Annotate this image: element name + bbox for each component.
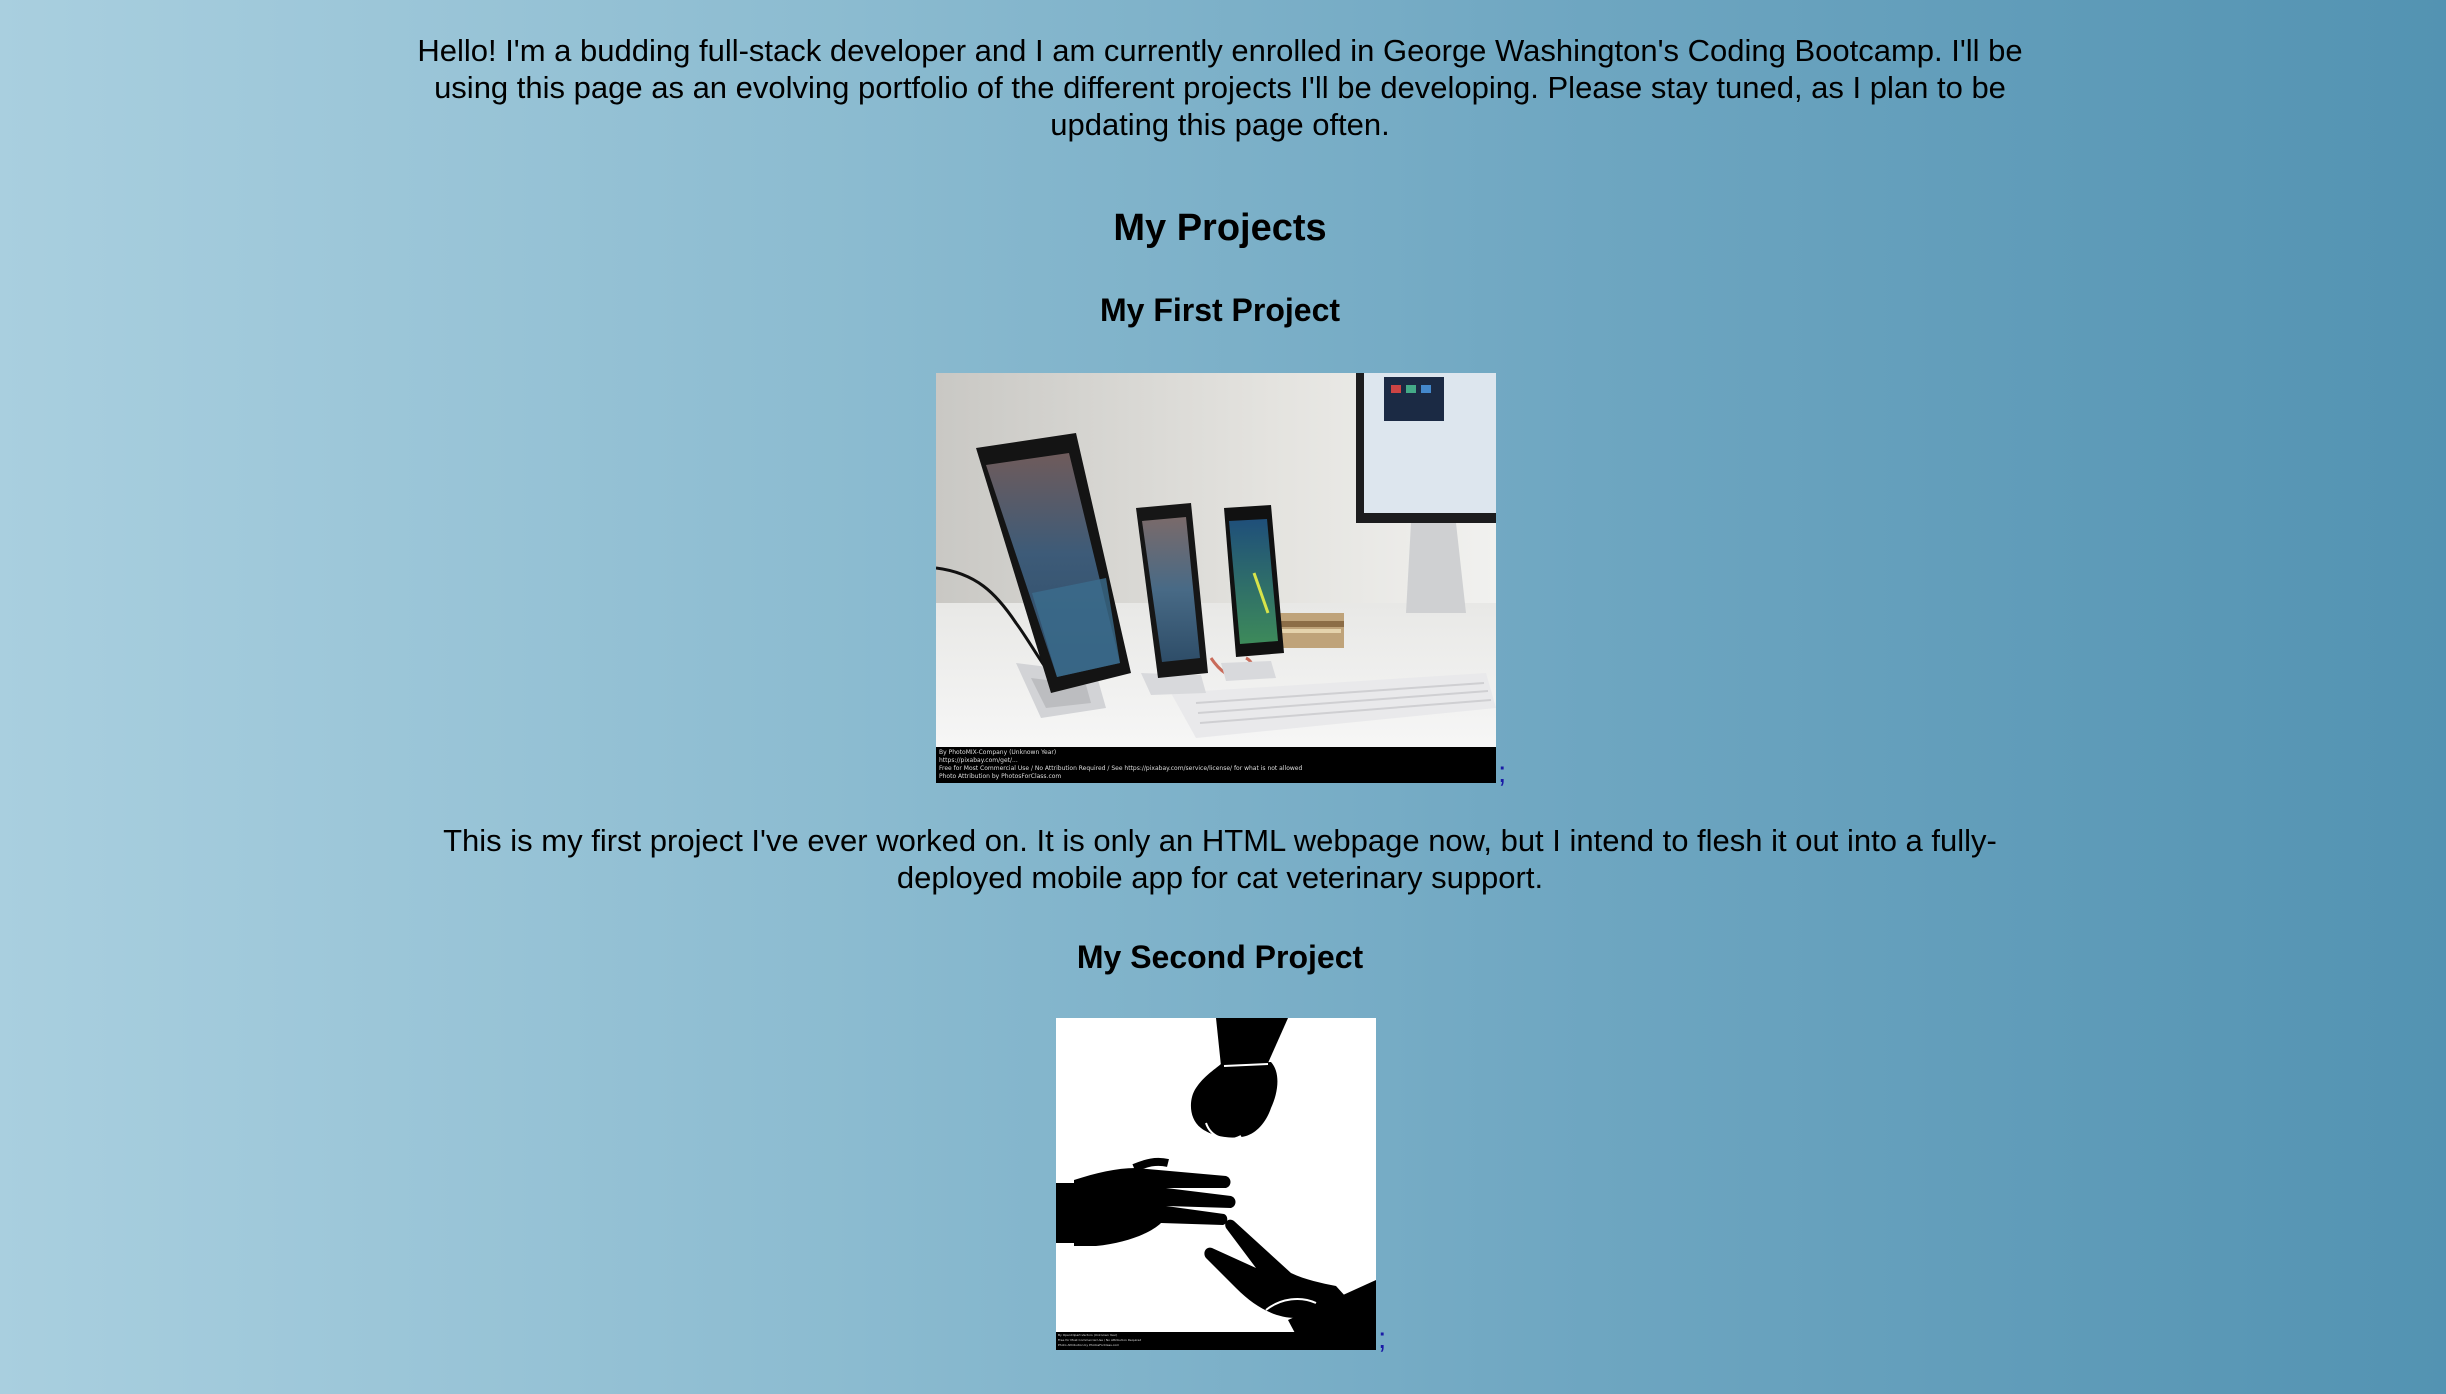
caption-line: Photo Attribution by PhotosForClass.com bbox=[939, 773, 1062, 780]
caption-line: https://pixabay.com/get/... bbox=[939, 757, 1018, 764]
first-project-description: This is my first project I've ever worke… bbox=[443, 823, 1997, 895]
first-image-trailing-link[interactable]: ; bbox=[1498, 758, 1506, 788]
second-image-trailing-link[interactable]: ; bbox=[1378, 1324, 1386, 1354]
first-project-title: My First Project bbox=[1099, 292, 1341, 328]
portfolio-page: Hello! I'm a budding full-stack develope… bbox=[0, 0, 2446, 1394]
first-image-caption: By PhotoMIX-Company (Unknown Year) https… bbox=[936, 747, 1496, 783]
phones-on-stands-photo bbox=[936, 373, 1496, 783]
second-project-title: My Second Project bbox=[1076, 939, 1364, 975]
second-image-caption: By OpenClipart-Vectors (Unknown Year) Fr… bbox=[1056, 1332, 1376, 1350]
caption-line: Photo Attribution by PhotosForClass.com bbox=[1058, 1343, 1120, 1347]
caption-line: Free for Most Commercial Use / No Attrib… bbox=[939, 765, 1303, 772]
top-edge-mark bbox=[1456, 0, 1464, 6]
intro-paragraph: Hello! I'm a budding full-stack develope… bbox=[417, 33, 2023, 142]
first-project-image[interactable]: By PhotoMIX-Company (Unknown Year) https… bbox=[936, 373, 1496, 783]
projects-heading: My Projects bbox=[1113, 207, 1327, 249]
rock-paper-scissors-hands-photo bbox=[1056, 1018, 1376, 1350]
second-project-image[interactable]: By OpenClipart-Vectors (Unknown Year) Fr… bbox=[1056, 1018, 1376, 1350]
caption-line: By PhotoMIX-Company (Unknown Year) bbox=[939, 749, 1057, 756]
